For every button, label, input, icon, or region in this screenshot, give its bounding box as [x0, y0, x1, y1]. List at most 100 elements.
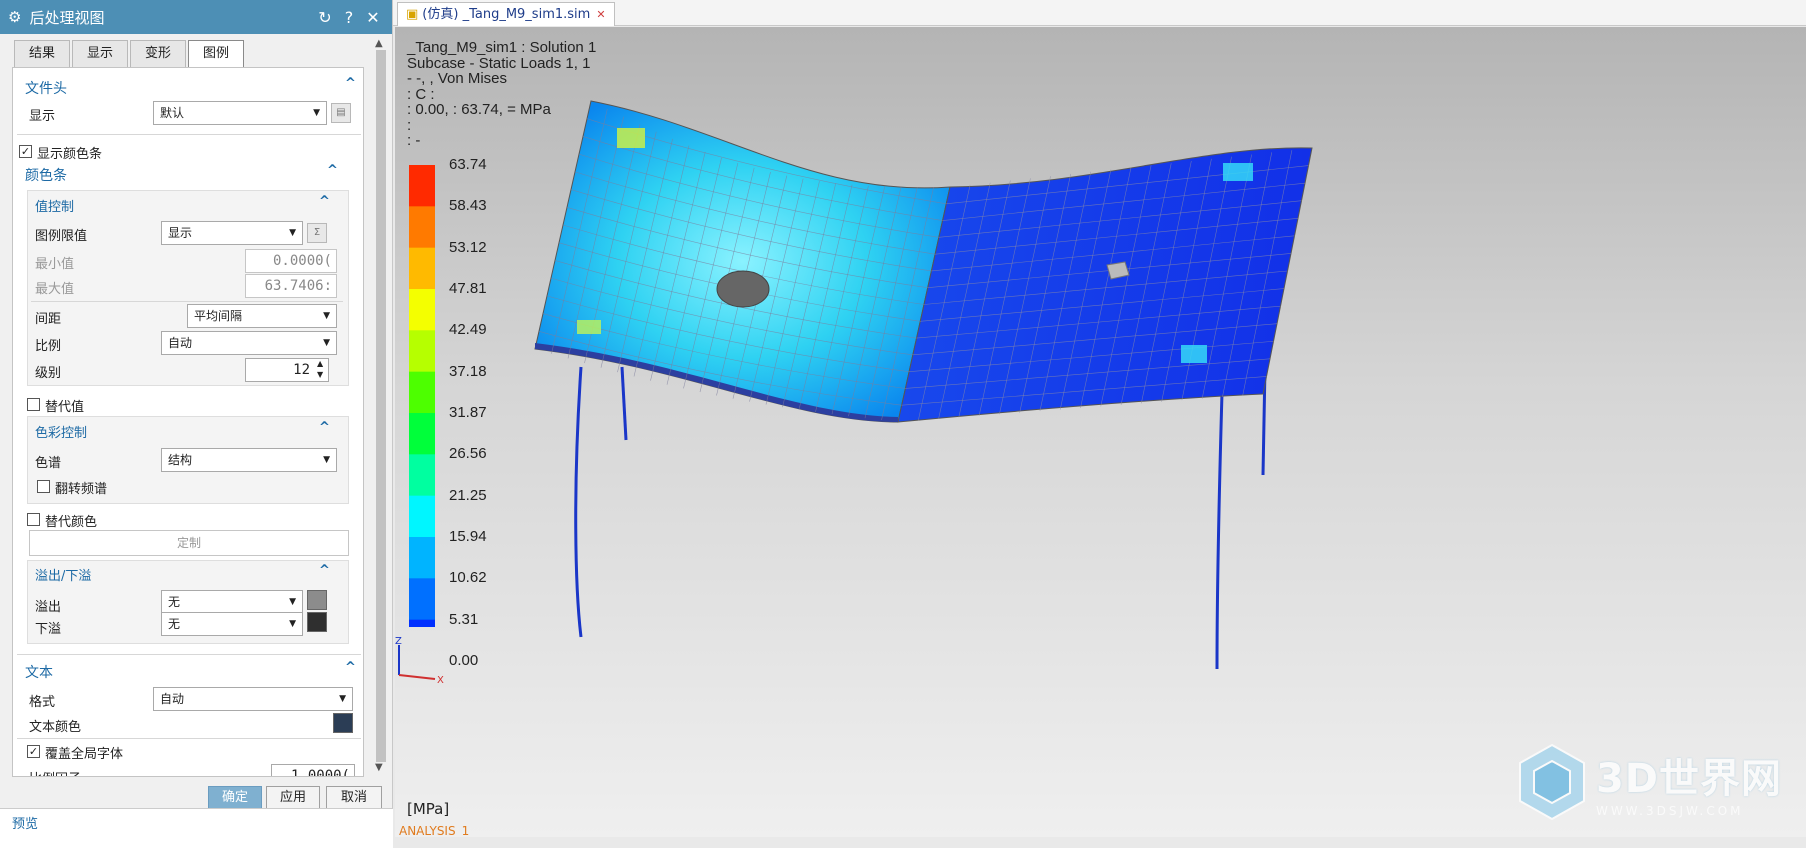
alt-color-checkbox[interactable]: [27, 513, 40, 526]
scale-value: 自动: [168, 336, 193, 350]
divider: [31, 301, 343, 302]
spectrum-select[interactable]: 结构 ▼: [161, 448, 337, 472]
section-file-header[interactable]: 文件头: [25, 78, 67, 98]
stress-hotspot: [577, 320, 601, 334]
edit-header-icon[interactable]: ▤: [331, 103, 351, 123]
scroll-thumb[interactable]: [376, 50, 386, 762]
collapse-icon[interactable]: ^: [327, 163, 338, 178]
tab-legend[interactable]: 图例: [188, 40, 245, 68]
override-font-checkbox[interactable]: ✓: [27, 745, 40, 758]
scale-factor-label: 比例因子: [29, 768, 81, 776]
dialog-title: 后处理视图: [29, 8, 105, 27]
chevron-down-icon: ▼: [289, 597, 296, 607]
scale-factor-field[interactable]: 1.0000(: [271, 764, 355, 776]
chevron-down-icon: ▼: [323, 311, 330, 321]
ok-button[interactable]: 确定: [208, 786, 262, 810]
apply-button[interactable]: 应用: [266, 786, 320, 810]
color-control-title[interactable]: 色彩控制: [35, 422, 87, 441]
flip-spectrum-label: 翻转频谱: [55, 482, 108, 497]
app-root: ⚙ 后处理视图 ↻ ? ✕ 结果 显示 变形 图例 文件头 ^ 显示 默认 ▼ ▤…: [0, 0, 1806, 848]
min-value-label: 最小值: [35, 257, 75, 272]
collapse-icon[interactable]: ^: [319, 194, 330, 209]
overflow-title[interactable]: 溢出/下溢: [35, 565, 91, 584]
collapse-icon[interactable]: ^: [319, 420, 330, 435]
show-colorbar-checkbox[interactable]: ✓: [19, 145, 32, 158]
overflow-color-swatch[interactable]: [307, 590, 327, 610]
stress-hotspot: [1181, 345, 1207, 363]
underflow-select[interactable]: 无 ▼: [161, 612, 303, 636]
legend-limit-label: 图例限值: [35, 229, 88, 244]
underflow-value: 无: [168, 617, 181, 631]
underflow-label: 下溢: [35, 622, 62, 637]
spacing-label: 间距: [35, 312, 62, 327]
format-value: 自动: [160, 692, 185, 706]
spacing-select[interactable]: 平均间隔 ▼: [187, 304, 337, 328]
underflow-color-swatch[interactable]: [307, 612, 327, 632]
levels-label: 级别: [35, 366, 62, 381]
limit-options-icon[interactable]: Σ: [307, 223, 327, 243]
format-label: 格式: [29, 695, 56, 710]
customize-button[interactable]: 定制: [29, 530, 349, 556]
watermark-url: WWW.3DSJW.COM: [1595, 804, 1744, 818]
chevron-down-icon: ▼: [289, 228, 296, 238]
close-tab-icon[interactable]: ✕: [596, 4, 605, 26]
divider: [17, 738, 361, 739]
divider: [17, 654, 361, 655]
legend-limit-select[interactable]: 显示 ▼: [161, 221, 303, 245]
dialog-tabs: 结果 显示 变形 图例: [14, 40, 246, 68]
beam-leg: [574, 366, 583, 638]
overflow-value: 无: [168, 595, 181, 609]
close-icon[interactable]: ✕: [362, 8, 384, 27]
divider: [17, 134, 361, 135]
dialog-scrollbar[interactable]: ▲ ▼: [372, 36, 390, 776]
legend-settings-pane: 文件头 ^ 显示 默认 ▼ ▤ ✓ 显示颜色条 颜色条 ^ 值控制 ^ 图例限值 …: [12, 67, 364, 777]
text-color-swatch[interactable]: [333, 713, 353, 733]
collapse-icon[interactable]: ^: [319, 563, 330, 578]
scale-label: 比例: [35, 339, 62, 354]
format-select[interactable]: 自动 ▼: [153, 687, 353, 711]
chevron-down-icon: ▼: [289, 619, 296, 629]
analysis-label: ANALYSIS_1: [399, 824, 470, 837]
gear-icon: ⚙: [8, 8, 22, 26]
collapse-icon[interactable]: ^: [345, 660, 356, 675]
watermark-brand: 3D世界网: [1595, 756, 1782, 802]
show-colorbar-label: 显示颜色条: [37, 147, 103, 162]
cancel-button[interactable]: 取消: [326, 786, 382, 810]
overflow-select[interactable]: 无 ▼: [161, 590, 303, 614]
chevron-down-icon: ▼: [323, 455, 330, 465]
flip-spectrum-checkbox[interactable]: [37, 480, 50, 493]
graphics-viewport[interactable]: _Tang_M9_sim1 : Solution 1 Subcase - Stat…: [395, 27, 1806, 837]
help-icon[interactable]: ?: [338, 8, 360, 27]
text-color-label: 文本颜色: [29, 720, 82, 735]
section-colorbar[interactable]: 颜色条: [25, 165, 67, 185]
max-value-field[interactable]: 63.7406:: [245, 274, 337, 298]
spinner-arrows-icon[interactable]: ▲ ▼: [317, 358, 323, 380]
collapse-icon[interactable]: ^: [345, 76, 356, 91]
max-value-label: 最大值: [35, 282, 75, 297]
stress-hotspot: [617, 128, 645, 148]
display-select[interactable]: 默认 ▼: [153, 101, 327, 125]
override-font-label: 覆盖全局字体: [45, 747, 124, 762]
post-processing-dialog: ⚙ 后处理视图 ↻ ? ✕ 结果 显示 变形 图例 文件头 ^ 显示 默认 ▼ ▤…: [0, 0, 393, 848]
preview-label[interactable]: 预览: [12, 813, 38, 832]
scale-select[interactable]: 自动 ▼: [161, 331, 337, 355]
scroll-down-icon[interactable]: ▼: [375, 762, 383, 773]
dialog-titlebar: ⚙ 后处理视图 ↻ ? ✕: [0, 0, 392, 34]
beam-leg: [620, 366, 628, 441]
tab-results[interactable]: 结果: [14, 40, 71, 68]
overflow-label: 溢出: [35, 600, 62, 615]
section-text[interactable]: 文本: [25, 662, 53, 682]
fea-mesh-model[interactable]: ZX: [395, 27, 1806, 837]
alt-value-label: 替代值: [45, 400, 85, 415]
triad-x-label: X: [437, 675, 444, 686]
alt-value-checkbox[interactable]: [27, 398, 40, 411]
sim-file-icon: ▣: [406, 6, 419, 22]
tab-display[interactable]: 显示: [72, 40, 129, 68]
value-control-title[interactable]: 值控制: [35, 196, 74, 215]
tab-deformation[interactable]: 变形: [130, 40, 187, 68]
min-value-field[interactable]: 0.0000(: [245, 249, 337, 273]
sim-document-tab[interactable]: ▣ (仿真) _Tang_M9_sim1.sim ✕: [397, 2, 615, 26]
scroll-up-icon[interactable]: ▲: [375, 38, 383, 49]
preview-strip: 预览: [0, 808, 393, 848]
reset-icon[interactable]: ↻: [314, 8, 336, 27]
